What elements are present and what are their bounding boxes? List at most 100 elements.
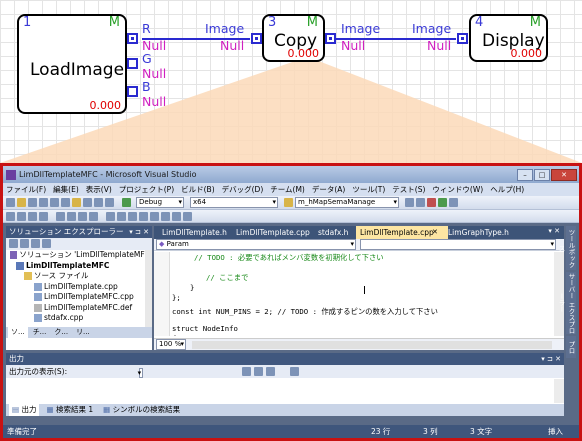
- menu-build[interactable]: ビルド(B): [181, 184, 215, 195]
- tab-limdlltemplate-cpp[interactable]: LimDllTemplate.cpp: [232, 226, 314, 239]
- menu-team[interactable]: チーム(M): [270, 184, 305, 195]
- properties-icon[interactable]: [9, 239, 18, 248]
- output-text-area[interactable]: [6, 379, 554, 403]
- paste-icon[interactable]: [72, 198, 81, 207]
- editor-pane[interactable]: ◆ Param // TODO : 必要であればメンバ変数を初期化して下さい /…: [154, 239, 564, 350]
- menu-edit[interactable]: 編集(E): [53, 184, 79, 195]
- output-tool-icon[interactable]: [254, 367, 263, 376]
- menu-test[interactable]: テスト(S): [392, 184, 425, 195]
- comment-icon[interactable]: [28, 211, 37, 221]
- tool-icon[interactable]: [416, 198, 425, 207]
- layout-icon[interactable]: [161, 211, 170, 221]
- menu-debug[interactable]: デバッグ(D): [222, 184, 264, 195]
- member-combo[interactable]: ◆ Param: [156, 239, 356, 250]
- node-display[interactable]: 4 M Display 0.000: [469, 14, 548, 62]
- output-vscrollbar[interactable]: [554, 379, 564, 403]
- node-loadimage[interactable]: 1 M LoadImage 0.000: [17, 14, 127, 114]
- new-project-icon[interactable]: [6, 198, 15, 207]
- tab-team[interactable]: チ...: [30, 327, 50, 338]
- editor-hscrollbar[interactable]: [192, 341, 552, 349]
- cut-icon[interactable]: [50, 198, 59, 207]
- tab-resource[interactable]: リ...: [73, 327, 93, 338]
- menu-view[interactable]: 表示(V): [86, 184, 112, 195]
- undo-icon[interactable]: [83, 198, 92, 207]
- copy-icon[interactable]: [61, 198, 70, 207]
- port-g[interactable]: [127, 58, 138, 69]
- tab-find-results[interactable]: ▦ 検索結果 1: [43, 404, 96, 416]
- menu-data[interactable]: データ(A): [312, 184, 345, 195]
- open-icon[interactable]: [17, 198, 26, 207]
- tree-item-project[interactable]: LimDllTemplateMFC: [10, 261, 152, 272]
- menu-file[interactable]: ファイル(F): [6, 184, 46, 195]
- output-tool-icon[interactable]: [266, 367, 275, 376]
- word-wrap-icon[interactable]: [290, 367, 299, 376]
- symbol-combo[interactable]: [360, 239, 556, 250]
- bookmark-prev-icon[interactable]: [67, 211, 76, 221]
- tool-icon[interactable]: [427, 198, 436, 207]
- indent-icon[interactable]: [6, 211, 15, 221]
- layout-icon[interactable]: [117, 211, 126, 221]
- redo-icon[interactable]: [94, 198, 103, 207]
- tree-item-file[interactable]: LimDllTemplateMFC.cpp: [10, 292, 152, 303]
- output-source-combo[interactable]: [139, 368, 144, 378]
- close-tab-icon[interactable]: ✕: [432, 228, 438, 236]
- platform-combo[interactable]: x64: [190, 197, 278, 208]
- save-all-icon[interactable]: [39, 198, 48, 207]
- view-class-diagram-icon[interactable]: [42, 239, 51, 248]
- maximize-button[interactable]: □: [534, 168, 550, 181]
- tree-item-solution[interactable]: ソリューション 'LimDllTemplateMFC': [10, 250, 152, 261]
- menu-window[interactable]: ウィンドウ(W): [432, 184, 483, 195]
- tab-class[interactable]: ク...: [51, 327, 71, 338]
- minimize-button[interactable]: –: [517, 168, 533, 181]
- tab-overflow-icon[interactable]: ▾ ✕: [548, 227, 560, 235]
- find-combo[interactable]: m_hMapSemaManage: [295, 197, 399, 208]
- bookmark-next-icon[interactable]: [78, 211, 87, 221]
- menu-help[interactable]: ヘルプ(H): [490, 184, 524, 195]
- find-icon[interactable]: [284, 198, 293, 207]
- layout-icon[interactable]: [106, 211, 115, 221]
- pin-icon[interactable]: ▾ ⊐ ✕: [541, 353, 561, 365]
- pin-icon[interactable]: ▾ ⊐ ✕: [129, 226, 149, 238]
- show-all-files-icon[interactable]: [20, 239, 29, 248]
- code-area[interactable]: // TODO : 必要であればメンバ変数を初期化して下さい // ここまで }…: [154, 252, 552, 336]
- navigate-icon[interactable]: [105, 198, 114, 207]
- tree-item-source-folder[interactable]: ソース ファイル: [10, 271, 152, 282]
- tab-stdafx-h[interactable]: stdafx.h: [314, 226, 352, 239]
- properties-tab[interactable]: プロ: [566, 336, 576, 358]
- port-display-in[interactable]: [457, 33, 468, 44]
- port-r[interactable]: [127, 33, 138, 44]
- refresh-icon[interactable]: [31, 239, 40, 248]
- solution-scrollbar[interactable]: [145, 250, 152, 327]
- menu-project[interactable]: プロジェクト(P): [119, 184, 174, 195]
- menu-tools[interactable]: ツール(T): [352, 184, 385, 195]
- save-icon[interactable]: [28, 198, 37, 207]
- configuration-combo[interactable]: Debug: [136, 197, 184, 208]
- toolbox-tab[interactable]: ツールボックス: [557, 226, 576, 270]
- layout-icon[interactable]: [172, 211, 181, 221]
- tab-limdlltemplate-h[interactable]: LimDllTemplate.h: [158, 226, 231, 239]
- layout-icon[interactable]: [150, 211, 159, 221]
- tab-solution[interactable]: ソ...: [8, 327, 28, 338]
- node-copy[interactable]: 3 M Copy 0.000: [262, 14, 325, 62]
- bookmark-icon[interactable]: [56, 211, 65, 221]
- layout-icon[interactable]: [139, 211, 148, 221]
- layout-icon[interactable]: [183, 211, 192, 221]
- output-tool-icon[interactable]: [242, 367, 251, 376]
- start-debug-icon[interactable]: [122, 198, 131, 207]
- port-copy-in[interactable]: [251, 33, 262, 44]
- layout-icon[interactable]: [128, 211, 137, 221]
- tab-limgraphtype-h[interactable]: LimGraphType.h: [444, 226, 513, 239]
- port-copy-out[interactable]: [325, 33, 336, 44]
- port-b[interactable]: [127, 86, 138, 97]
- tab-output[interactable]: ▤ 出力: [9, 404, 40, 416]
- tab-symbol-results[interactable]: ▦ シンボルの検索結果: [100, 404, 183, 416]
- tree-item-file[interactable]: LimDllTemplateMFC.def: [10, 303, 152, 314]
- tool-icon[interactable]: [449, 198, 458, 207]
- tree-item-file[interactable]: LimDllTemplate.cpp: [10, 282, 152, 293]
- uncomment-icon[interactable]: [39, 211, 48, 221]
- outdent-icon[interactable]: [17, 211, 26, 221]
- server-explorer-tab[interactable]: サーバー エクスプローラー: [557, 272, 576, 334]
- zoom-combo[interactable]: 100 %: [156, 339, 186, 350]
- tool-icon[interactable]: [405, 198, 414, 207]
- tree-item-file[interactable]: stdafx.cpp: [10, 313, 152, 324]
